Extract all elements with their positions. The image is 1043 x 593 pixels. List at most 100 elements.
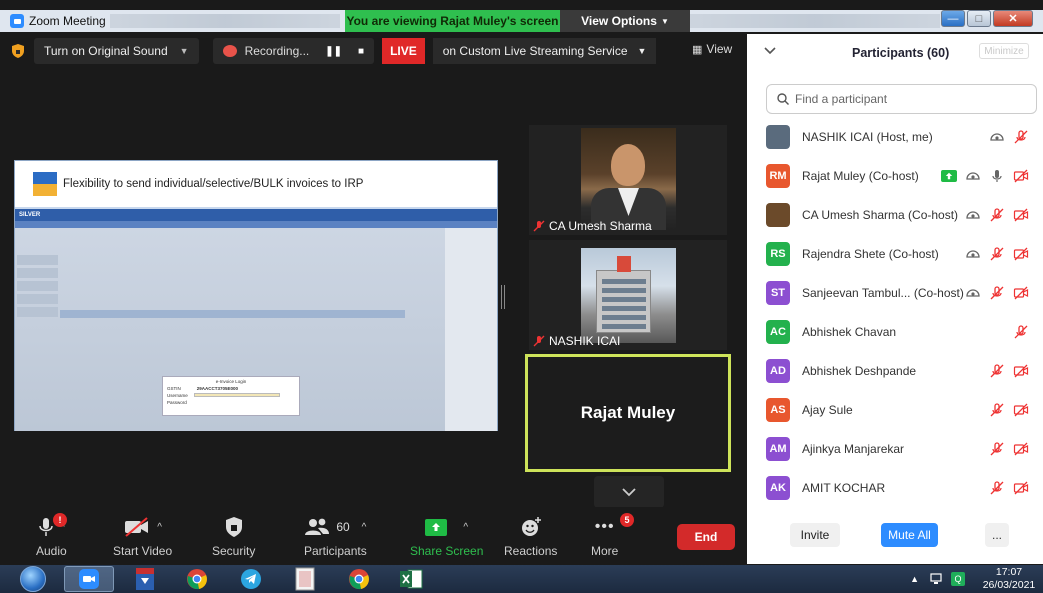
participant-row[interactable]: NASHIK ICAI (Host, me) xyxy=(747,117,1043,156)
participants-options-caret-icon[interactable]: ^ xyxy=(362,522,367,533)
participant-search-box[interactable] xyxy=(766,84,1037,114)
security-label: Security xyxy=(212,544,256,558)
view-layout-button[interactable]: ▦ View xyxy=(692,42,732,56)
participants-icon xyxy=(305,518,330,535)
more-label: More xyxy=(591,544,619,558)
participant-status-icons xyxy=(965,246,1029,262)
live-badge: LIVE xyxy=(382,38,425,64)
minimize-window-button[interactable]: — xyxy=(941,10,965,27)
network-icon[interactable] xyxy=(929,572,945,586)
invite-button[interactable]: Invite xyxy=(790,523,840,547)
mic-muted-icon xyxy=(989,402,1005,418)
taskbar-chrome[interactable] xyxy=(334,566,384,592)
share-screen-button[interactable]: ^ Share Screen xyxy=(410,515,483,558)
einvoice-login-dialog: e-Invoice Login GSTIN 29AACCT3705E000 Use… xyxy=(162,376,300,416)
maximize-window-button[interactable]: □ xyxy=(967,10,991,27)
microphone-icon xyxy=(39,518,53,536)
video-options-caret-icon[interactable]: ^ xyxy=(157,522,162,533)
mute-all-button[interactable]: Mute All xyxy=(881,523,938,547)
video-tile[interactable]: NASHIK ICAI xyxy=(529,240,727,350)
participant-avatar: AK xyxy=(766,475,790,500)
end-meeting-button[interactable]: End xyxy=(677,524,735,550)
active-speaker-name: Rajat Muley xyxy=(580,403,676,422)
window-title: Zoom Meeting xyxy=(29,14,106,28)
participant-avatar: RS xyxy=(766,241,790,266)
panel-splitter-handle[interactable] xyxy=(501,285,505,309)
minimize-panel-button[interactable]: Minimize xyxy=(979,43,1029,59)
app-body: e-Invoice Login GSTIN 29AACCT3705E000 Use… xyxy=(15,228,497,431)
screen-share-green-icon xyxy=(941,169,957,182)
pause-recording-icon[interactable]: ❚❚ xyxy=(325,46,342,57)
audio-button[interactable]: ^ ! Audio xyxy=(36,513,67,558)
taskbar-clock[interactable]: 17:07 26/03/2021 xyxy=(975,566,1043,592)
participant-avatar: AD xyxy=(766,358,790,383)
participant-video-image xyxy=(581,128,676,230)
video-off-icon xyxy=(1013,207,1029,223)
participant-row[interactable]: ST Sanjeevan Tambul... (Co-host) xyxy=(747,273,1043,312)
scroll-down-button[interactable] xyxy=(594,476,664,508)
dialog-row: Username xyxy=(163,393,299,398)
tray-expand-icon[interactable]: ▲ xyxy=(910,574,919,584)
participant-status-icons xyxy=(989,402,1029,418)
participants-button[interactable]: 60 ^ Participants xyxy=(304,515,367,558)
more-button[interactable]: ••• 5 More xyxy=(591,513,634,558)
cloud-record-icon xyxy=(222,45,237,57)
more-options-button[interactable]: ... xyxy=(985,523,1009,547)
app-tray-icon[interactable]: Q xyxy=(951,572,965,586)
viewing-banner-text: You are viewing Rajat Muley's screen xyxy=(346,14,559,28)
participant-row[interactable]: AS Ajay Sule xyxy=(747,390,1043,429)
slide-logo-icon xyxy=(33,172,57,196)
dialog-row: Password xyxy=(163,400,299,405)
video-name-tag: NASHIK ICAI xyxy=(533,334,620,348)
view-options-button[interactable]: View Options ▼ xyxy=(560,10,690,32)
stop-recording-icon[interactable]: ■ xyxy=(358,46,364,57)
participants-panel: Participants (60) Minimize NASHIK ICAI (… xyxy=(747,34,1043,564)
participant-row[interactable]: AC Abhishek Chavan xyxy=(747,312,1043,351)
tally-erp-icon xyxy=(295,567,315,591)
app-toolbar xyxy=(15,221,497,228)
participants-count: 60 xyxy=(336,520,350,534)
meeting-top-controls: Turn on Original Sound ▼ Recording... ❚❚… xyxy=(10,38,657,64)
taskbar-zoom-app[interactable] xyxy=(64,566,114,592)
mic-on-icon xyxy=(989,168,1005,184)
caret-down-icon[interactable]: ▼ xyxy=(638,46,647,56)
view-label: View xyxy=(706,42,733,56)
participant-row[interactable]: AM Ajinkya Manjarekar xyxy=(747,429,1043,468)
excel-icon xyxy=(400,569,423,589)
participant-avatar: ST xyxy=(766,280,790,305)
live-stream-target-button[interactable]: on Custom Live Streaming Service ▼ xyxy=(432,38,657,64)
participant-row[interactable]: AK AMIT KOCHAR xyxy=(747,468,1043,507)
participants-panel-title: Participants (60) xyxy=(852,46,950,60)
taskbar-app[interactable] xyxy=(120,566,170,592)
shared-application-window: SILVER e-Invoice Login GSTIN 29AACCT3705E… xyxy=(15,209,497,431)
security-button[interactable]: Security xyxy=(212,515,255,558)
username-field xyxy=(193,393,280,397)
taskbar-chrome[interactable] xyxy=(172,566,222,592)
caret-down-icon[interactable]: ▼ xyxy=(180,46,189,56)
original-sound-button[interactable]: Turn on Original Sound ▼ xyxy=(34,38,199,64)
start-video-button[interactable]: ^ Start Video xyxy=(113,515,172,558)
taskbar-tally[interactable] xyxy=(280,566,330,592)
video-off-icon xyxy=(125,517,149,537)
app-name: SILVER xyxy=(19,212,41,218)
reactions-button[interactable]: Reactions xyxy=(504,515,557,558)
share-screen-label: Share Screen xyxy=(410,544,484,558)
participant-row[interactable]: CA Umesh Sharma (Co-host) xyxy=(747,195,1043,234)
taskbar-telegram[interactable] xyxy=(226,566,276,592)
shared-screen-view[interactable]: Flexibility to send individual/selective… xyxy=(14,160,498,431)
active-speaker-tile[interactable]: Rajat Muley xyxy=(525,354,731,472)
video-off-icon xyxy=(1013,285,1029,301)
video-tile[interactable]: CA Umesh Sharma xyxy=(529,125,727,235)
participant-name: Rajat Muley (Co-host) xyxy=(802,168,919,183)
participant-row[interactable]: RM Rajat Muley (Co-host) xyxy=(747,156,1043,195)
collapse-chevron-icon[interactable] xyxy=(764,47,776,55)
close-window-button[interactable]: ✕ xyxy=(993,10,1033,27)
taskbar-excel[interactable] xyxy=(386,566,436,592)
participant-search-input[interactable] xyxy=(795,92,1015,106)
participant-name: Ajinkya Manjarekar xyxy=(802,441,905,456)
participant-row[interactable]: RS Rajendra Shete (Co-host) xyxy=(747,234,1043,273)
start-button[interactable] xyxy=(12,565,54,593)
participant-name: Sanjeevan Tambul... (Co-host) xyxy=(802,285,964,300)
share-options-caret-icon[interactable]: ^ xyxy=(463,522,468,533)
participant-row[interactable]: AD Abhishek Deshpande xyxy=(747,351,1043,390)
